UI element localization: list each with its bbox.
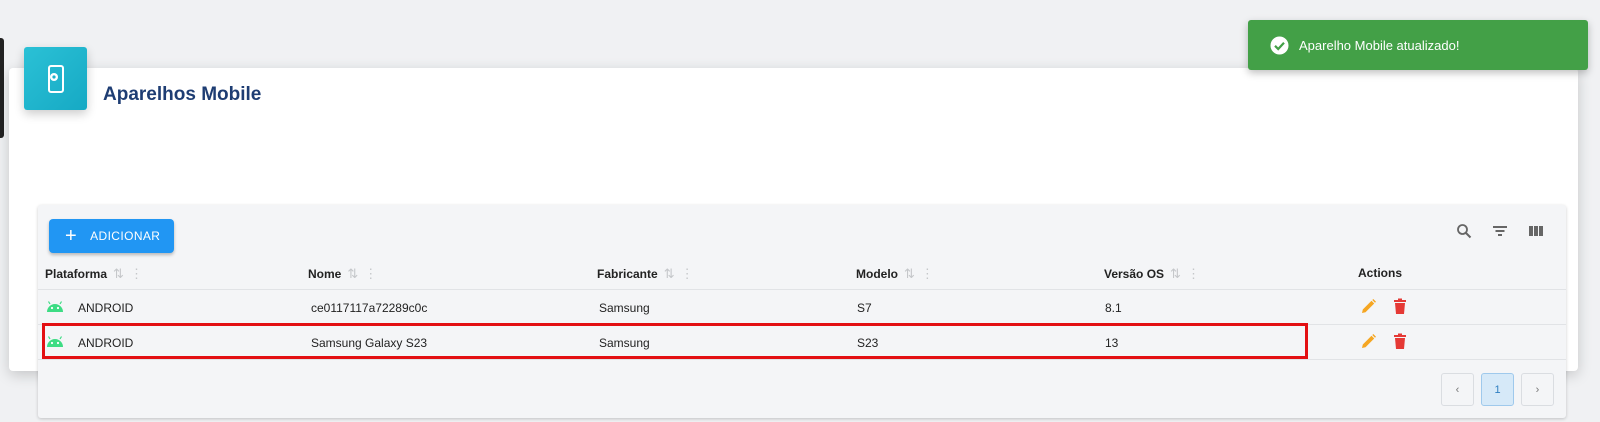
manufacturer-cell: Samsung (599, 336, 650, 350)
android-icon (46, 335, 64, 353)
column-header-model[interactable]: Modelo ⇅ ⋮ (856, 266, 934, 282)
column-menu-icon[interactable]: ⋮ (921, 266, 934, 282)
delete-icon[interactable] (1393, 333, 1407, 350)
search-icon[interactable] (1454, 221, 1474, 241)
next-page-button[interactable]: › (1521, 373, 1554, 406)
main-card: + ADICIONAR Plataforma ⇅ ⋮ Nome ⇅ ⋮ Fabr… (9, 68, 1578, 418)
sort-icon[interactable]: ⇅ (1170, 266, 1181, 282)
toast-message: Aparelho Mobile atualizado! (1299, 37, 1460, 53)
columns-icon[interactable] (1526, 221, 1546, 241)
manufacturer-cell: Samsung (599, 301, 650, 315)
table-panel: + ADICIONAR Plataforma ⇅ ⋮ Nome ⇅ ⋮ Fabr… (38, 205, 1566, 418)
sort-icon[interactable]: ⇅ (904, 266, 915, 282)
sort-icon[interactable]: ⇅ (347, 266, 358, 282)
row-actions (1360, 333, 1407, 350)
sort-icon[interactable]: ⇅ (664, 266, 675, 282)
model-cell: S23 (857, 336, 879, 350)
column-header-os-version[interactable]: Versão OS ⇅ ⋮ (1104, 266, 1200, 282)
previous-page-button[interactable]: ‹ (1441, 373, 1474, 406)
check-circle-icon (1270, 36, 1289, 55)
success-toast[interactable]: Aparelho Mobile atualizado! (1248, 20, 1588, 70)
os-version-cell: 13 (1105, 336, 1119, 350)
add-button-label: ADICIONAR (90, 229, 161, 243)
table-toolbar (1454, 221, 1546, 241)
column-header-name[interactable]: Nome ⇅ ⋮ (308, 266, 377, 282)
pagination: ‹ 1 › (1441, 373, 1554, 406)
page-button-current[interactable]: 1 (1481, 373, 1514, 406)
model-cell: S7 (857, 301, 872, 315)
edit-icon[interactable] (1360, 298, 1377, 315)
column-menu-icon[interactable]: ⋮ (681, 266, 694, 282)
platform-cell: ANDROID (78, 301, 134, 315)
sort-icon[interactable]: ⇅ (113, 266, 124, 282)
column-header-platform[interactable]: Plataforma ⇅ ⋮ (45, 266, 143, 282)
plus-icon: + (65, 225, 78, 247)
row-actions (1360, 298, 1407, 315)
os-version-cell: 8.1 (1105, 301, 1122, 315)
window-edge (0, 38, 4, 138)
name-cell: ce0117117a72289c0c (311, 301, 428, 315)
column-menu-icon[interactable]: ⋮ (130, 266, 143, 282)
table-row[interactable]: ANDROID Samsung Galaxy S23 Samsung S23 1… (38, 325, 1566, 360)
edit-icon[interactable] (1360, 333, 1377, 350)
name-cell: Samsung Galaxy S23 (311, 336, 428, 350)
android-icon (46, 300, 64, 318)
platform-cell: ANDROID (78, 336, 134, 350)
column-menu-icon[interactable]: ⋮ (364, 266, 377, 282)
column-menu-icon[interactable]: ⋮ (1187, 266, 1200, 282)
table-row[interactable]: ANDROID ce0117117a72289c0c Samsung S7 8.… (38, 290, 1566, 325)
add-button[interactable]: + ADICIONAR (49, 219, 174, 253)
filter-icon[interactable] (1490, 221, 1510, 241)
column-header-manufacturer[interactable]: Fabricante ⇅ ⋮ (597, 266, 694, 282)
column-header-actions: Actions (1358, 266, 1403, 280)
table-header: Plataforma ⇅ ⋮ Nome ⇅ ⋮ Fabricante ⇅ ⋮ M… (38, 257, 1566, 290)
page-title: Aparelhos Mobile (103, 84, 262, 105)
delete-icon[interactable] (1393, 298, 1407, 315)
mobile-settings-icon (24, 47, 87, 110)
